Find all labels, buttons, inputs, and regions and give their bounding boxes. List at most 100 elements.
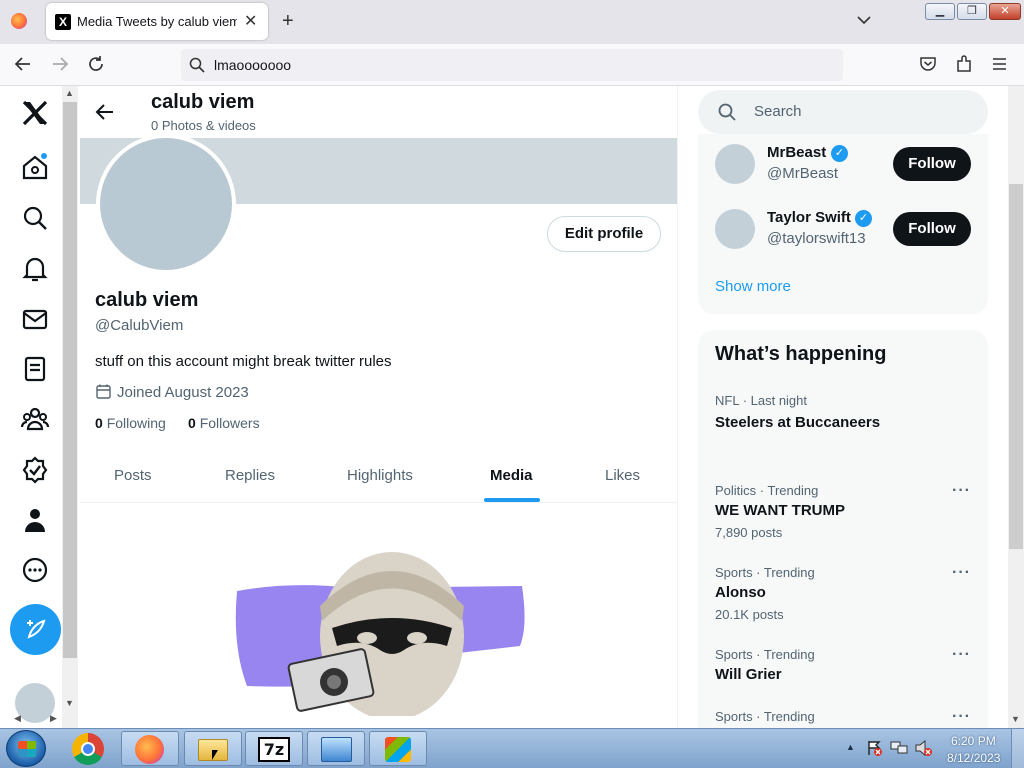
notifications-icon[interactable]: [20, 254, 50, 284]
chrome-taskbar-icon[interactable]: [72, 733, 104, 765]
trend-meta: Sports · Trending: [715, 565, 815, 580]
main-column-border: [677, 86, 678, 728]
header-subtitle: 0 Photos & videos: [151, 118, 256, 133]
follow-name[interactable]: MrBeast: [767, 144, 826, 161]
explore-icon[interactable]: [20, 203, 50, 233]
scroll-down-arrow-icon[interactable]: ▼: [1011, 714, 1020, 724]
trend-posts: 20.1K posts: [715, 607, 784, 622]
profile-avatar[interactable]: [96, 134, 236, 274]
windows-logo-icon: [18, 741, 36, 757]
7zip-taskbar-button[interactable]: 7z: [245, 731, 303, 766]
show-desktop-button[interactable]: [1011, 729, 1024, 768]
lists-icon[interactable]: [20, 354, 50, 384]
tab-replies[interactable]: Replies: [225, 467, 275, 484]
trend-posts: 7,890 posts: [715, 525, 783, 540]
new-tab-icon[interactable]: +: [282, 10, 294, 33]
x-favicon-icon: X: [55, 14, 71, 30]
close-tab-icon[interactable]: ✕: [244, 11, 257, 31]
profile-name: calub viem: [95, 289, 199, 311]
scroll-down-arrow-icon[interactable]: ▼: [65, 698, 74, 708]
edit-profile-button[interactable]: Edit profile: [547, 216, 661, 252]
forward-icon[interactable]: [51, 55, 69, 78]
close-window-button[interactable]: ✕: [989, 3, 1021, 20]
volume-muted-icon[interactable]: [915, 739, 933, 757]
tab-highlights[interactable]: Highlights: [347, 467, 413, 484]
show-hidden-icons-icon[interactable]: ▲: [846, 742, 855, 752]
address-bar[interactable]: lmaooooooo: [181, 49, 843, 81]
clock-date[interactable]: 8/12/2023: [947, 751, 1000, 765]
more-options-icon[interactable]: ···: [952, 482, 971, 500]
control-panel-taskbar-button[interactable]: [307, 731, 365, 766]
mouse-cursor-icon: [212, 750, 218, 760]
joined-date: Joined August 2023: [117, 384, 249, 401]
show-more-link[interactable]: Show more: [715, 278, 791, 295]
follow-handle: @taylorswift13: [767, 230, 866, 247]
followers-link[interactable]: 0 Followers: [188, 415, 260, 431]
profile-handle: @CalubViem: [95, 317, 184, 334]
minimize-button[interactable]: ▁: [925, 3, 955, 20]
profile-icon[interactable]: [20, 505, 50, 535]
following-count: 0: [95, 415, 103, 431]
avatar[interactable]: [715, 144, 755, 184]
avatar[interactable]: [715, 209, 755, 249]
tab-media[interactable]: Media: [490, 467, 533, 484]
start-button[interactable]: [6, 730, 46, 767]
maximize-button[interactable]: ❐: [957, 3, 987, 20]
followers-label: Followers: [199, 415, 260, 431]
trend-meta: Politics · Trending: [715, 483, 819, 498]
windows-update-taskbar-button[interactable]: [369, 731, 427, 766]
explorer-taskbar-button[interactable]: [184, 731, 242, 766]
compose-button[interactable]: [10, 604, 61, 655]
verified-icon[interactable]: [20, 455, 50, 485]
account-avatar[interactable]: [15, 683, 55, 723]
empty-media-illustration: [232, 546, 527, 720]
tabs-divider: [80, 502, 677, 503]
communities-icon[interactable]: [20, 404, 50, 434]
firefox-menu-icon[interactable]: [11, 13, 27, 29]
search-icon: [718, 103, 736, 121]
whats-happening-title: What’s happening: [715, 343, 887, 365]
x-logo-icon[interactable]: [20, 98, 50, 128]
scroll-right-arrow-icon[interactable]: ▶: [50, 713, 57, 724]
more-icon[interactable]: [20, 555, 50, 585]
more-options-icon[interactable]: ···: [952, 646, 971, 664]
trend-name[interactable]: WE WANT TRUMP: [715, 502, 845, 519]
network-icon[interactable]: [890, 740, 908, 756]
back-arrow-icon[interactable]: [95, 103, 115, 126]
home-icon[interactable]: [20, 152, 50, 182]
scroll-left-arrow-icon[interactable]: ◀: [14, 713, 21, 724]
control-panel-icon: [321, 737, 352, 762]
trend-name[interactable]: Steelers at Buccaneers: [715, 414, 880, 431]
follow-button[interactable]: Follow: [893, 147, 971, 181]
following-link[interactable]: 0 Following: [95, 415, 166, 431]
follow-handle: @MrBeast: [767, 165, 839, 182]
compose-icon: [27, 619, 46, 639]
app-menu-icon[interactable]: [992, 57, 1007, 76]
tab-posts[interactable]: Posts: [114, 467, 152, 484]
more-options-icon[interactable]: ···: [952, 564, 971, 582]
pocket-icon[interactable]: [919, 55, 937, 78]
url-text: lmaooooooo: [214, 57, 292, 73]
browser-tab[interactable]: X Media Tweets by calub viem (@ ✕: [46, 3, 268, 40]
sidebar-scroll-thumb[interactable]: [63, 102, 77, 658]
trend-name[interactable]: Alonso: [715, 584, 766, 601]
back-icon[interactable]: [14, 55, 32, 78]
firefox-taskbar-button[interactable]: [121, 731, 179, 766]
search-box[interactable]: Search: [698, 90, 988, 134]
follow-button[interactable]: Follow: [893, 212, 971, 246]
action-center-icon[interactable]: [866, 740, 882, 756]
reload-icon[interactable]: [87, 55, 105, 78]
extensions-icon[interactable]: [955, 55, 973, 78]
scroll-up-arrow-icon[interactable]: ▲: [65, 88, 74, 98]
list-tabs-icon[interactable]: [857, 12, 871, 26]
search-placeholder: Search: [754, 103, 802, 120]
verified-badge-icon: ✓: [855, 210, 872, 227]
clock-time[interactable]: 6:20 PM: [951, 734, 996, 748]
messages-icon[interactable]: [20, 304, 50, 334]
trend-name[interactable]: Will Grier: [715, 666, 782, 683]
firefox-icon: [135, 735, 164, 764]
tab-likes[interactable]: Likes: [605, 467, 640, 484]
follow-name[interactable]: Taylor Swift: [767, 209, 851, 226]
page-scroll-thumb[interactable]: [1009, 184, 1023, 549]
more-options-icon[interactable]: ···: [952, 708, 971, 726]
